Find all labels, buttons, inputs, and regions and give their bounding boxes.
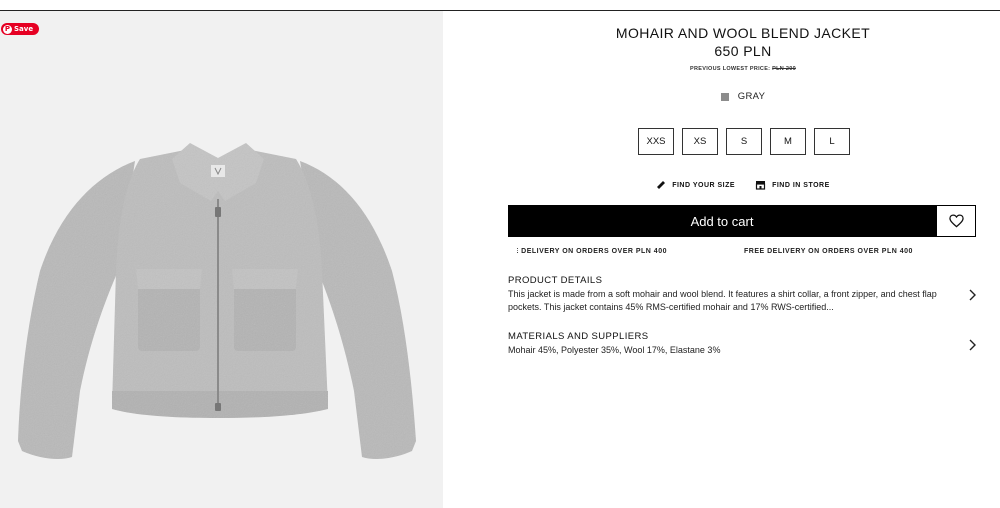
wishlist-button[interactable] (936, 205, 976, 237)
pinterest-icon: P (3, 24, 12, 34)
color-name: GRAY (737, 91, 766, 102)
product-details-body: This jacket is made from a soft mohair a… (508, 288, 954, 314)
materials-accordion[interactable]: MATERIALS AND SUPPLIERS Mohair 45%, Poly… (508, 331, 978, 357)
ruler-icon (657, 181, 666, 189)
find-in-store-link[interactable]: FIND IN STORE (755, 180, 830, 190)
previous-price-label: PREVIOUS LOWEST PRICE: (690, 66, 771, 72)
product-details-title: PRODUCT DETAILS (508, 275, 603, 286)
delivery-banner: FREE DELIVERY ON ORDERS OVER PLN 400 FRE… (508, 247, 978, 259)
find-your-size-link[interactable]: FIND YOUR SIZE (656, 180, 735, 190)
materials-body: Mohair 45%, Polyester 35%, Wool 17%, Ela… (508, 345, 721, 355)
product-details-text: This jacket is made from a soft mohair a… (508, 289, 937, 312)
heart-icon (948, 214, 964, 228)
find-your-size-label: FIND YOUR SIZE (672, 181, 736, 189)
chevron-right-icon (969, 289, 976, 301)
product-image-jacket (18, 143, 416, 459)
product-price: 650 PLN (714, 43, 772, 59)
previous-price-value: PLN 200 (772, 66, 796, 72)
color-selector[interactable]: GRAY (508, 91, 978, 102)
previous-lowest-price: PREVIOUS LOWEST PRICE: PLN 200 (508, 66, 978, 72)
materials-title: MATERIALS AND SUPPLIERS (508, 331, 649, 342)
store-icon (755, 181, 766, 190)
size-selector: XXS XS S M L (638, 128, 850, 155)
pinterest-save-button[interactable]: P Save (1, 23, 40, 35)
chevron-right-icon (969, 339, 976, 351)
delivery-message-1: FREE DELIVERY ON ORDERS OVER PLN 400 (517, 248, 667, 255)
product-image-panel: P Save (0, 11, 443, 508)
add-to-cart-button[interactable]: Add to cart (508, 205, 936, 237)
product-title: MOHAIR AND WOOL BLEND JACKET (615, 25, 871, 41)
size-option-xxs[interactable]: XXS (638, 128, 674, 155)
product-details-accordion[interactable]: PRODUCT DETAILS This jacket is made from… (508, 275, 978, 314)
pinterest-save-label: Save (14, 25, 34, 33)
size-option-m[interactable]: M (770, 128, 806, 155)
color-swatch[interactable] (720, 92, 729, 101)
helper-links: FIND YOUR SIZE FIND IN STORE (508, 180, 978, 190)
size-option-s[interactable]: S (726, 128, 762, 155)
find-in-store-label: FIND IN STORE (772, 181, 830, 189)
size-option-xs[interactable]: XS (682, 128, 718, 155)
delivery-message-2: FREE DELIVERY ON ORDERS OVER PLN 400 (744, 248, 913, 255)
size-option-l[interactable]: L (814, 128, 850, 155)
